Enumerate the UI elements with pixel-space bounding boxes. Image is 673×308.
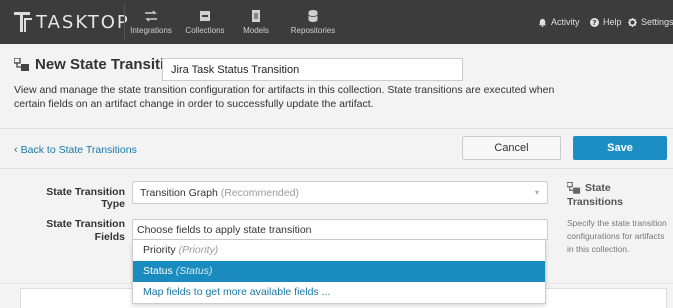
transition-type-select[interactable]: Transition Graph (Recommended) ▾	[132, 181, 548, 204]
nav-collections[interactable]: Collections	[180, 2, 230, 42]
cancel-button[interactable]: Cancel	[462, 136, 561, 160]
chevron-left-icon: ‹	[14, 144, 18, 156]
recommended-note: (Recommended)	[220, 187, 299, 199]
transition-fields-input[interactable]: Choose fields to apply state transition	[132, 219, 548, 240]
fields-dropdown: Priority (Priority) Status (Status) Map …	[132, 240, 546, 304]
option-status-sub: (Status)	[175, 265, 213, 277]
nav-separator	[124, 4, 125, 40]
map-fields-link[interactable]: Map fields to get more available fields …	[133, 282, 545, 303]
transition-fields-label: State Transition Fields	[20, 218, 125, 244]
help-text: Specify the state transition configurati…	[567, 218, 667, 254]
database-icon	[306, 9, 320, 23]
help-title-line2: Transitions	[567, 196, 624, 208]
action-divider	[0, 168, 673, 169]
nav-activity-label: Activity	[551, 17, 580, 27]
arrows-icon	[144, 9, 158, 23]
nav-repositories[interactable]: Repositories	[286, 2, 340, 42]
option-priority[interactable]: Priority (Priority)	[133, 240, 545, 261]
option-status[interactable]: Status (Status)	[133, 261, 545, 282]
help-title-line1: State	[585, 182, 611, 194]
bell-icon	[538, 18, 547, 27]
state-transition-help-icon	[566, 181, 581, 196]
nav-help[interactable]: ? Help	[590, 0, 622, 44]
transition-type-label: State Transition Type	[46, 186, 125, 210]
state-transition-icon	[13, 57, 30, 72]
logo-mark-icon	[14, 10, 32, 34]
page-title: New State Transition	[35, 56, 183, 73]
back-link-label: Back to State Transitions	[20, 144, 137, 156]
transition-fields-label-line2: Fields	[94, 231, 125, 243]
chevron-down-icon: ▾	[534, 188, 539, 197]
nav-activity[interactable]: Activity	[538, 0, 580, 44]
option-status-label: Status	[143, 265, 173, 277]
tasktop-logo[interactable]: TASKTOP	[14, 10, 130, 34]
help-title: State Transitions	[567, 182, 623, 208]
nav-settings-label: Settings	[641, 17, 673, 27]
svg-text:?: ?	[592, 18, 596, 27]
transition-type-value: Transition Graph	[140, 187, 218, 199]
page-description: View and manage the state transition con…	[14, 84, 555, 110]
inbox-icon	[198, 9, 212, 23]
transition-name-input[interactable]	[162, 58, 463, 81]
option-priority-label: Priority	[143, 244, 176, 256]
top-nav: TASKTOP Integrations Collections Models …	[0, 0, 673, 44]
nav-collections-label: Collections	[185, 26, 225, 35]
nav-models[interactable]: Models	[236, 2, 276, 42]
back-to-state-transitions-link[interactable]: ‹ Back to State Transitions	[14, 144, 137, 156]
nav-settings[interactable]: Settings	[628, 0, 673, 44]
transition-fields-placeholder: Choose fields to apply state transition	[137, 224, 312, 236]
header-divider	[0, 128, 673, 129]
option-priority-sub: (Priority)	[178, 244, 219, 256]
gear-icon	[628, 17, 637, 27]
logo-text: TASKTOP	[36, 11, 130, 33]
save-button[interactable]: Save	[573, 136, 667, 160]
nav-repositories-label: Repositories	[290, 26, 336, 35]
nav-help-label: Help	[603, 17, 622, 27]
nav-integrations-label: Integrations	[130, 26, 172, 35]
help-icon: ?	[590, 17, 599, 27]
transition-fields-label-line1: State Transition	[46, 218, 125, 230]
document-icon	[249, 9, 263, 23]
nav-integrations[interactable]: Integrations	[128, 2, 174, 42]
nav-models-label: Models	[243, 26, 269, 35]
